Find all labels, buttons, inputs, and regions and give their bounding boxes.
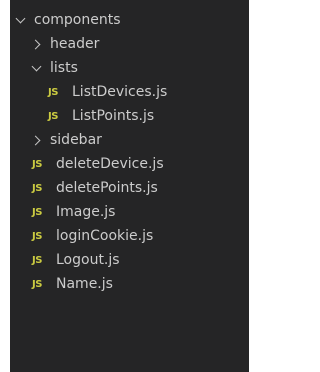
- file-label: deletePoints.js: [56, 180, 158, 196]
- js-file-icon: JS: [48, 86, 58, 98]
- file-label: loginCookie.js: [56, 228, 154, 244]
- file-listdevices[interactable]: JS ListDevices.js: [10, 80, 249, 104]
- file-label: Logout.js: [56, 252, 120, 268]
- folder-header[interactable]: header: [10, 32, 249, 56]
- file-name[interactable]: JS Name.js: [10, 272, 249, 296]
- folder-lists[interactable]: lists: [10, 56, 249, 80]
- folder-sidebar[interactable]: sidebar: [10, 128, 249, 152]
- file-label: deleteDevice.js: [56, 156, 164, 172]
- file-logout[interactable]: JS Logout.js: [10, 248, 249, 272]
- js-file-icon: JS: [32, 230, 42, 242]
- chevron-down-icon: [32, 61, 42, 75]
- file-image[interactable]: JS Image.js: [10, 200, 249, 224]
- folder-label: header: [50, 36, 100, 52]
- folder-label: sidebar: [50, 132, 102, 148]
- file-label: ListDevices.js: [72, 84, 168, 100]
- file-label: ListPoints.js: [72, 108, 155, 124]
- file-tree: components header lists JS ListDevices.j…: [10, 0, 249, 296]
- js-file-icon: JS: [32, 254, 42, 266]
- file-logincookie[interactable]: JS loginCookie.js: [10, 224, 249, 248]
- file-label: Name.js: [56, 276, 113, 292]
- file-listpoints[interactable]: JS ListPoints.js: [10, 104, 249, 128]
- chevron-down-icon: [16, 13, 26, 27]
- folder-label: components: [34, 12, 121, 28]
- file-deletepoints[interactable]: JS deletePoints.js: [10, 176, 249, 200]
- js-file-icon: JS: [32, 278, 42, 290]
- chevron-right-icon: [32, 37, 42, 51]
- folder-label: lists: [50, 60, 78, 76]
- folder-components[interactable]: components: [10, 8, 249, 32]
- file-explorer-panel: components header lists JS ListDevices.j…: [10, 0, 249, 372]
- js-file-icon: JS: [32, 158, 42, 170]
- js-file-icon: JS: [32, 206, 42, 218]
- chevron-right-icon: [32, 133, 42, 147]
- file-deletedevice[interactable]: JS deleteDevice.js: [10, 152, 249, 176]
- js-file-icon: JS: [48, 110, 58, 122]
- js-file-icon: JS: [32, 182, 42, 194]
- file-label: Image.js: [56, 204, 116, 220]
